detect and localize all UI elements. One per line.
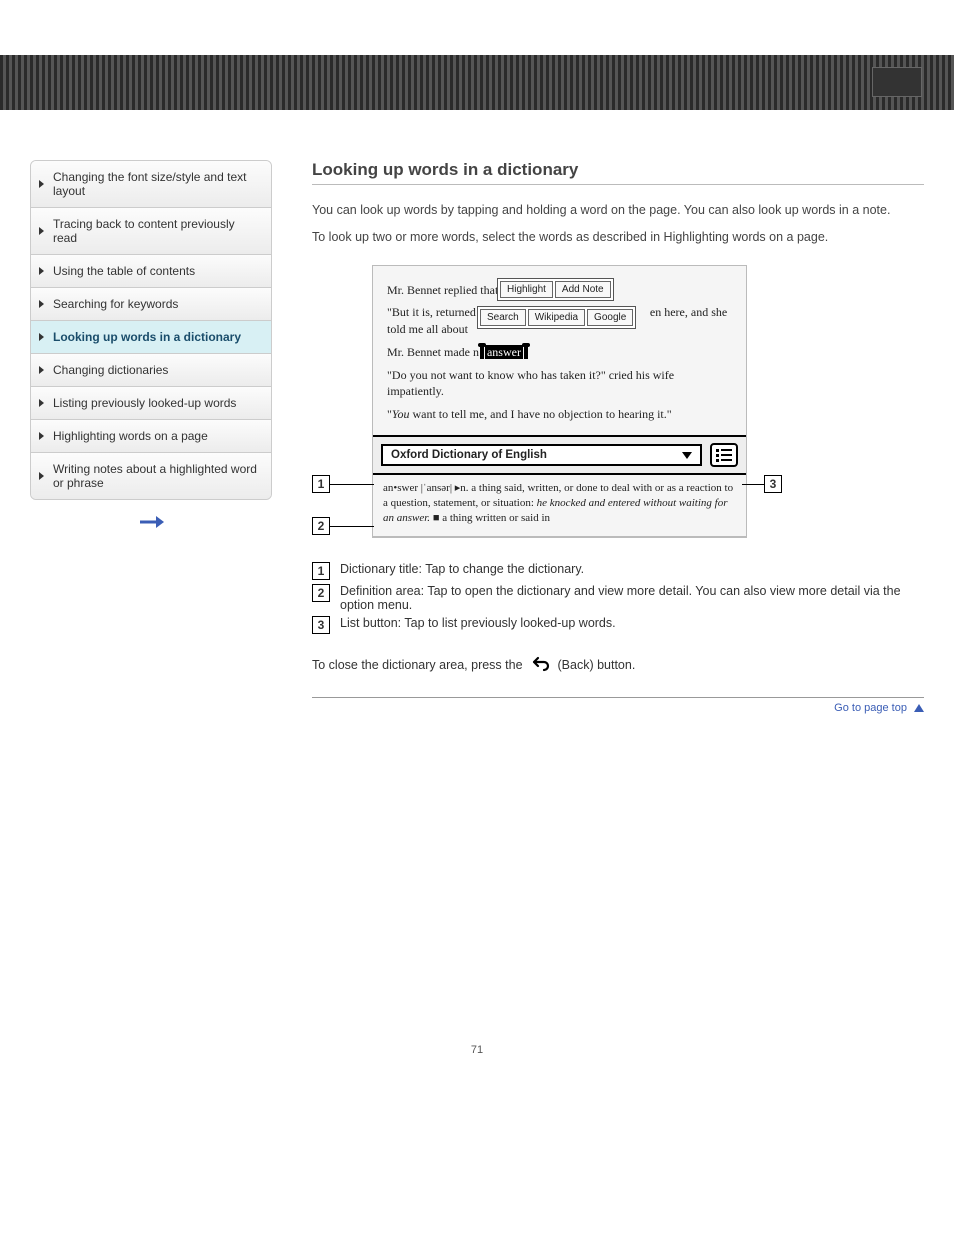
- nav-item-label: Using the table of contents: [53, 264, 195, 278]
- add-note-button[interactable]: Add Note: [555, 281, 611, 298]
- callout-1: 1: [312, 475, 330, 493]
- legend-row-2: 2 Definition area: Tap to open the dicti…: [312, 584, 924, 612]
- legend-row-1: 1 Dictionary title: Tap to change the di…: [312, 562, 924, 580]
- intro-text: You can look up words by tapping and hol…: [312, 201, 924, 247]
- legend: 1 Dictionary title: Tap to change the di…: [312, 562, 924, 634]
- nav-item-label: Searching for keywords: [53, 297, 178, 311]
- dictionary-bar: Oxford Dictionary of English: [373, 435, 746, 475]
- highlight-button[interactable]: Highlight: [500, 281, 553, 298]
- nav-item-lookup-history[interactable]: Listing previously looked-up words: [31, 387, 271, 420]
- nav-next-arrow[interactable]: [30, 514, 272, 529]
- search-button[interactable]: Search: [480, 309, 526, 326]
- selection-handle-right[interactable]: [524, 347, 528, 359]
- nav-item-label: Listing previously looked-up words: [53, 396, 236, 410]
- nav-item-label: Changing dictionaries: [53, 363, 168, 377]
- up-triangle-icon: [914, 704, 924, 712]
- list-button[interactable]: [710, 443, 738, 467]
- intro-para-2: To look up two or more words, select the…: [312, 228, 924, 247]
- selection-handle-left[interactable]: [480, 347, 484, 359]
- selection-popup-row1: Highlight Add Note: [497, 278, 614, 301]
- nav-item-change-dict[interactable]: Changing dictionaries: [31, 354, 271, 387]
- nav-list: Changing the font size/style and text la…: [30, 160, 272, 500]
- header-bar: [0, 55, 954, 110]
- dictionary-select[interactable]: Oxford Dictionary of English: [381, 444, 702, 466]
- page-number: 71: [0, 1044, 954, 1086]
- nav-item-highlight[interactable]: Highlighting words on a page: [31, 420, 271, 453]
- back-icon: [530, 654, 550, 678]
- nav-item-dictionary[interactable]: Looking up words in a dictionary: [31, 321, 271, 354]
- top-link-row: Go to page top: [312, 697, 924, 714]
- ereader-screenshot: Mr. Bennet replied that Highlight Add No…: [372, 265, 747, 538]
- nav-item-toc[interactable]: Using the table of contents: [31, 255, 271, 288]
- chevron-down-icon: [682, 452, 692, 459]
- header-badge: [872, 67, 922, 97]
- nav-item-label: Tracing back to content previously read: [53, 217, 235, 245]
- ereader-para-3: Mr. Bennet made nanswer: [387, 344, 732, 361]
- callout-3-line: [742, 484, 764, 485]
- callout-2: 2: [312, 517, 330, 535]
- callout-1-line: [330, 484, 374, 485]
- legend-text-2: Definition area: Tap to open the diction…: [340, 584, 924, 612]
- legend-text-1: Dictionary title: Tap to change the dict…: [340, 562, 584, 576]
- ereader-para-4: "Do you not want to know who has taken i…: [387, 367, 732, 401]
- nav-item-label: Writing notes about a highlighted word o…: [53, 462, 257, 490]
- nav-item-label: Changing the font size/style and text la…: [53, 170, 246, 198]
- section-title: Looking up words in a dictionary: [312, 160, 924, 185]
- dictionary-title: Oxford Dictionary of English: [391, 449, 547, 461]
- go-top-link[interactable]: Go to page top: [834, 702, 924, 714]
- ereader-para-5: "You want to tell me, and I have no obje…: [387, 406, 732, 423]
- callout-3: 3: [764, 475, 782, 493]
- legend-number-3: 3: [312, 616, 330, 634]
- legend-row-3: 3 List button: Tap to list previously lo…: [312, 616, 924, 634]
- google-button[interactable]: Google: [587, 309, 633, 326]
- callout-2-line: [330, 526, 374, 527]
- nav-item-notes[interactable]: Writing notes about a highlighted word o…: [31, 453, 271, 499]
- nav-item-trace[interactable]: Tracing back to content previously read: [31, 208, 271, 255]
- legend-text-3: List button: Tap to list previously look…: [340, 616, 616, 630]
- wikipedia-button[interactable]: Wikipedia: [528, 309, 585, 326]
- sidebar: Changing the font size/style and text la…: [30, 160, 272, 714]
- legend-number-2: 2: [312, 584, 330, 602]
- definition-area[interactable]: an•swer |ˈansər| ▸n. a thing said, writt…: [373, 475, 746, 537]
- selection-popup-row2: Search Wikipedia Google: [477, 306, 636, 329]
- nav-item-font[interactable]: Changing the font size/style and text la…: [31, 161, 271, 208]
- diagram: 1 2 3 Mr. Bennet replied that Highlight …: [312, 265, 782, 538]
- nav-item-search[interactable]: Searching for keywords: [31, 288, 271, 321]
- main-content: Looking up words in a dictionary You can…: [312, 160, 924, 714]
- legend-number-1: 1: [312, 562, 330, 580]
- nav-item-label: Highlighting words on a page: [53, 429, 208, 443]
- selected-word[interactable]: answer: [485, 345, 523, 359]
- nav-item-label: Looking up words in a dictionary: [53, 330, 241, 344]
- intro-para-1: You can look up words by tapping and hol…: [312, 201, 924, 220]
- close-note: To close the dictionary area, press the …: [312, 654, 924, 678]
